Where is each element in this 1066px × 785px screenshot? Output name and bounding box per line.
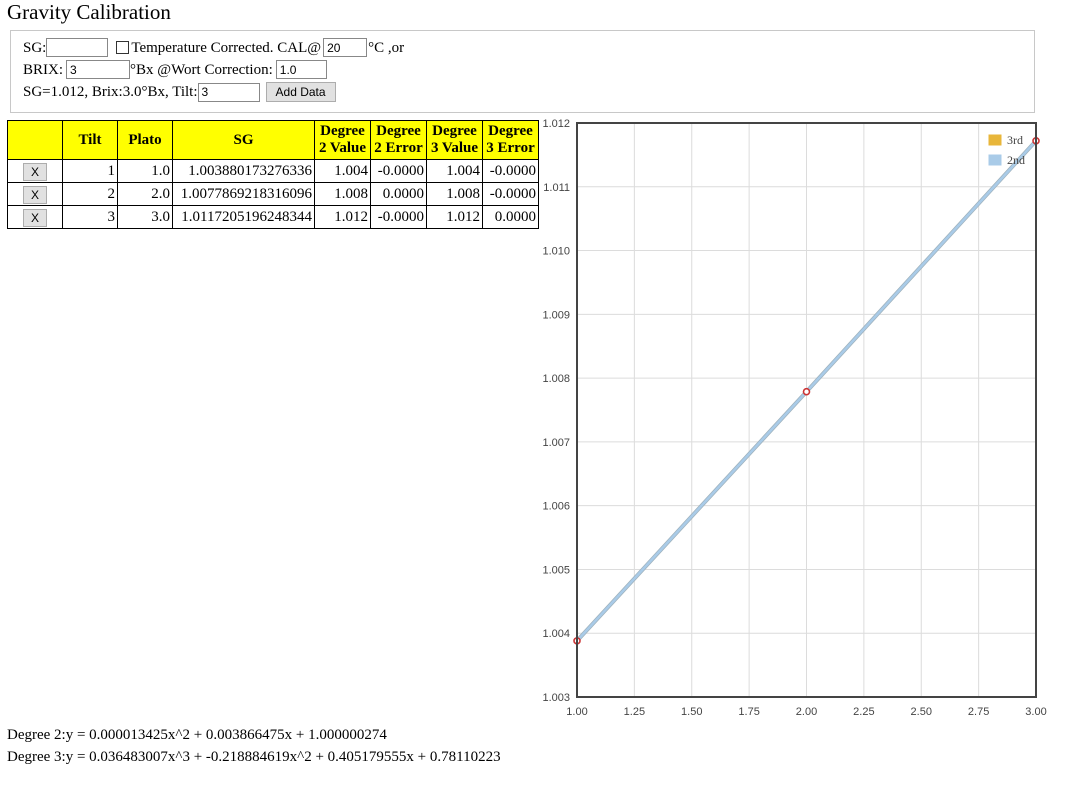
y-tick-label: 1.007 xyxy=(542,437,570,449)
tilt-cell: 1 xyxy=(62,159,118,183)
cal-temperature-input[interactable] xyxy=(323,38,368,57)
add-data-button[interactable]: Add Data xyxy=(265,82,336,102)
plato-cell: 2.0 xyxy=(117,182,173,206)
x-tick-label: 2.00 xyxy=(796,706,817,718)
degree3-value-cell: 1.012 xyxy=(426,205,483,229)
y-tick-label: 1.004 xyxy=(542,628,570,640)
delete-row-button[interactable]: X xyxy=(23,162,47,181)
brix-label: BRIX: xyxy=(23,61,64,78)
header-tilt: Tilt xyxy=(62,120,118,160)
legend-swatch-3rd xyxy=(987,133,1003,147)
table-row: X 2 2.0 1.0077869218316096 1.008 0.0000 … xyxy=(7,182,539,206)
sg-cell: 1.003880173276336 xyxy=(172,159,315,183)
degree3-value-cell: 1.008 xyxy=(426,182,483,206)
x-tick-label: 2.75 xyxy=(968,706,989,718)
sg-cell: 1.0077869218316096 xyxy=(172,182,315,206)
y-tick-label: 1.003 xyxy=(542,692,570,704)
x-tick-label: 1.25 xyxy=(624,706,645,718)
header-sg: SG xyxy=(172,120,315,160)
x-tick-label: 1.50 xyxy=(681,706,702,718)
reading-label: SG=1.012, Brix:3.0°Bx, Tilt: xyxy=(23,84,198,100)
wort-correction-input[interactable] xyxy=(275,60,327,79)
legend-label-3rd: 3rd xyxy=(1007,133,1023,147)
y-tick-label: 1.006 xyxy=(542,501,570,513)
degree2-value-cell: 1.012 xyxy=(314,205,371,229)
temperature-corrected-label: Temperature Corrected. CAL@ xyxy=(131,39,322,56)
header-degree3-value: Degree 3 Value xyxy=(426,120,483,160)
sg-cell: 1.0117205196248344 xyxy=(172,205,315,229)
degree2-value-cell: 1.008 xyxy=(314,182,371,206)
cal-unit-label: °C ,or xyxy=(368,39,405,56)
header-plato: Plato xyxy=(117,120,173,160)
reading-row: SG=1.012, Brix:3.0°Bx, Tilt: Add Data xyxy=(23,82,336,102)
table-row: X 3 3.0 1.0117205196248344 1.012 -0.0000… xyxy=(7,205,539,229)
y-tick-label: 1.005 xyxy=(542,564,570,576)
plato-cell: 3.0 xyxy=(117,205,173,229)
sg-input[interactable] xyxy=(46,38,109,57)
x-tick-label: 1.75 xyxy=(738,706,759,718)
degree2-equation: Degree 2:y = 0.000013425x^2 + 0.00386647… xyxy=(7,727,387,743)
data-point xyxy=(802,387,811,396)
degree2-value-cell: 1.004 xyxy=(314,159,371,183)
y-tick-label: 1.009 xyxy=(542,309,570,321)
brix-row: BRIX: °Bx @Wort Correction: xyxy=(23,60,327,79)
tilt-input[interactable] xyxy=(197,82,260,102)
degree3-value-cell: 1.004 xyxy=(426,159,483,183)
temperature-corrected-checkbox[interactable] xyxy=(116,41,130,54)
y-tick-label: 1.012 xyxy=(542,118,570,130)
x-tick-label: 3.00 xyxy=(1025,706,1046,718)
input-form: SG: Temperature Corrected. CAL@ °C ,or B… xyxy=(10,30,1035,113)
y-tick-label: 1.010 xyxy=(542,246,570,258)
delete-cell: X xyxy=(7,182,63,206)
degree2-error-cell: -0.0000 xyxy=(370,159,427,183)
sg-row: SG: Temperature Corrected. CAL@ °C ,or xyxy=(23,38,404,57)
x-tick-label: 2.25 xyxy=(853,706,874,718)
degree2-error-cell: -0.0000 xyxy=(370,205,427,229)
page-title: Gravity Calibration xyxy=(7,0,171,24)
degree2-error-cell: 0.0000 xyxy=(370,182,427,206)
delete-row-button[interactable]: X xyxy=(23,208,47,227)
brix-input[interactable] xyxy=(66,60,131,79)
y-tick-label: 1.008 xyxy=(542,373,570,385)
calibration-table: Tilt Plato SG Degree 2 Value Degree 2 Erro… xyxy=(7,120,539,229)
tilt-cell: 3 xyxy=(62,205,118,229)
sg-label: SG: xyxy=(23,39,47,56)
delete-row-button[interactable]: X xyxy=(23,185,47,204)
calibration-chart: 1.00 1.25 1.50 1.75 2.00 2.25 2.50 2.75 3.00 1.00… xyxy=(542,118,1046,718)
delete-cell: X xyxy=(7,159,63,183)
table-row: X 1 1.0 1.003880173276336 1.004 -0.0000 … xyxy=(7,159,539,183)
degree3-equation: Degree 3:y = 0.036483007x^3 + -0.2188846… xyxy=(7,749,501,765)
tilt-cell: 2 xyxy=(62,182,118,206)
x-tick-label: 2.50 xyxy=(911,706,932,718)
legend-label-2nd: 2nd xyxy=(1007,153,1025,167)
header-delete xyxy=(7,120,63,160)
delete-cell: X xyxy=(7,205,63,229)
table-header-row: Tilt Plato SG Degree 2 Value Degree 2 Erro… xyxy=(7,120,539,160)
header-degree2-value: Degree 2 Value xyxy=(314,120,371,160)
brix-unit-label: °Bx @Wort Correction: xyxy=(130,61,273,78)
header-degree2-error: Degree 2 Error xyxy=(370,120,427,160)
y-tick-label: 1.011 xyxy=(543,182,570,194)
legend-swatch-2nd xyxy=(987,153,1003,167)
x-tick-label: 1.00 xyxy=(566,706,587,718)
plato-cell: 1.0 xyxy=(117,159,173,183)
